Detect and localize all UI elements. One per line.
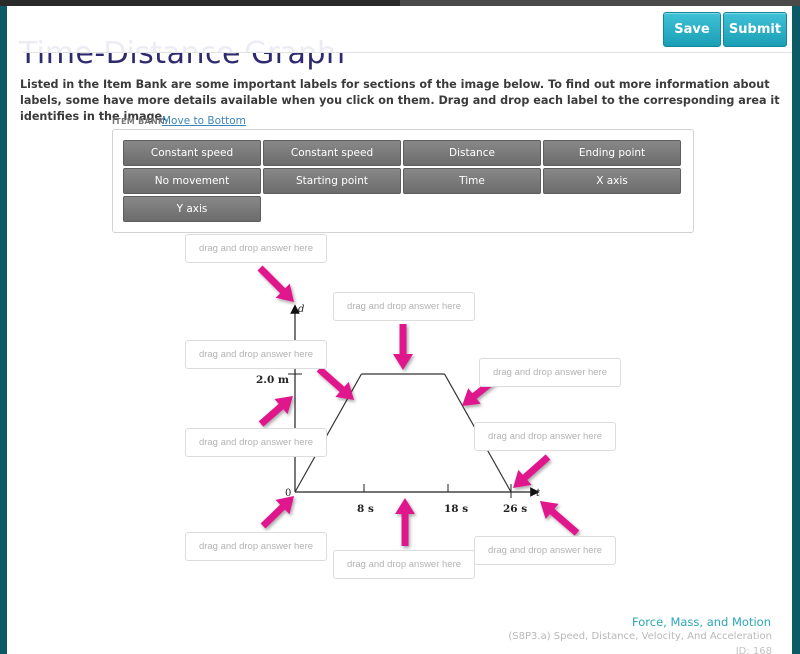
x-tick-label-18s: 18 s	[444, 503, 468, 515]
footer-id: ID: 168	[735, 646, 772, 654]
drop-zone-1[interactable]: drag and drop answer here	[185, 234, 327, 263]
arrow-to-ending-point-icon	[513, 454, 551, 488]
bank-item-distance[interactable]: Distance	[403, 140, 541, 166]
arrow-to-rising-segment-icon	[316, 366, 354, 400]
footer-standard: (S8P3.a) Speed, Distance, Velocity, And …	[508, 631, 772, 642]
drop-zone-9[interactable]: drag and drop answer here	[474, 536, 616, 565]
question-page: Time-Distance Graph Time-Distance Graph …	[7, 6, 792, 654]
drop-zone-3[interactable]: drag and drop answer here	[185, 340, 327, 369]
bank-item-time[interactable]: Time	[403, 168, 541, 194]
drop-zone-5[interactable]: drag and drop answer here	[185, 428, 327, 457]
item-bank: Constant speed Constant speed Distance E…	[112, 129, 694, 233]
bank-item-x-axis[interactable]: X axis	[543, 168, 681, 194]
x-tick-label-8s: 8 s	[357, 503, 374, 515]
arrow-to-d-axis-icon	[257, 265, 294, 302]
arrow-to-y-axis-icon	[258, 396, 293, 427]
bank-item-constant-speed-1[interactable]: Constant speed	[123, 140, 261, 166]
bank-item-ending-point[interactable]: Ending point	[543, 140, 681, 166]
drop-zone-8[interactable]: drag and drop answer here	[333, 550, 475, 579]
drop-zone-6[interactable]: drag and drop answer here	[474, 422, 616, 451]
x-tick-label-26s: 26 s	[503, 503, 527, 515]
drop-zone-7[interactable]: drag and drop answer here	[185, 532, 327, 561]
bank-item-no-movement[interactable]: No movement	[123, 168, 261, 194]
x-axis-variable: t	[536, 488, 541, 499]
y-tick-label: 2.0 m	[256, 374, 289, 386]
footer-topic: Force, Mass, and Motion	[632, 615, 771, 629]
item-bank-label: ITEM BANK:	[112, 117, 169, 126]
bank-item-y-axis[interactable]: Y axis	[123, 196, 261, 222]
drop-zone-4[interactable]: drag and drop answer here	[479, 358, 621, 387]
drop-zone-2[interactable]: drag and drop answer here	[333, 292, 475, 321]
header-divider	[23, 52, 792, 53]
move-to-bottom-link[interactable]: Move to Bottom	[162, 115, 246, 127]
bank-item-starting-point[interactable]: Starting point	[263, 168, 401, 194]
left-frame-rail	[0, 6, 7, 654]
arrow-to-flat-segment-icon	[393, 324, 413, 370]
y-axis-variable: d	[298, 304, 304, 315]
arrow-to-t-axis-end-icon	[540, 501, 580, 536]
save-button[interactable]: Save	[663, 12, 721, 47]
right-frame-rail	[792, 6, 800, 654]
arrow-to-x-axis-icon	[395, 498, 415, 546]
origin-label: 0	[285, 488, 291, 499]
arrow-to-origin-icon	[260, 496, 294, 529]
bank-item-constant-speed-2[interactable]: Constant speed	[263, 140, 401, 166]
submit-button[interactable]: Submit	[723, 12, 787, 47]
